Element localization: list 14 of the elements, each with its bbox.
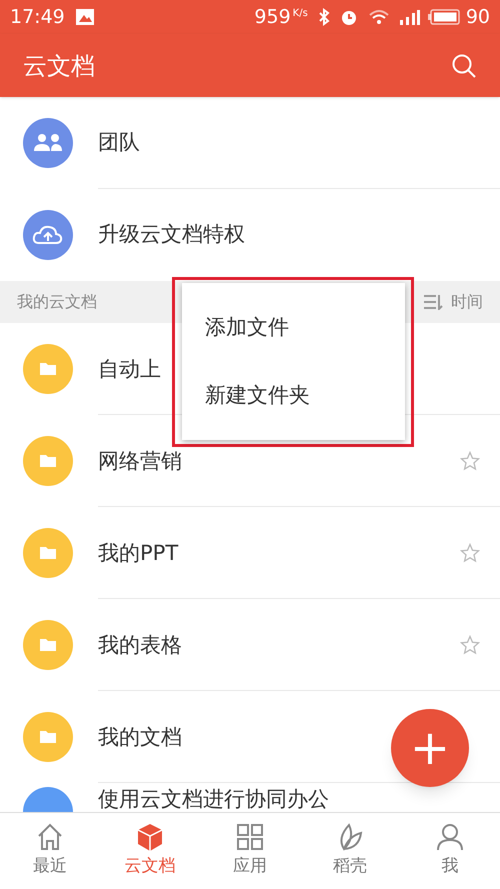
item-label: 升级云文档特权 <box>98 221 245 248</box>
battery-level: 90 <box>466 4 490 30</box>
speed-unit: K/s <box>292 7 308 21</box>
folder-name: 我的PPT <box>98 540 178 564</box>
document-name: 使用云文档进行协同办公 <box>98 787 329 811</box>
network-speed: 959 <box>254 4 291 30</box>
item-label: 团队 <box>98 128 140 156</box>
app-title: 云文档 <box>23 50 96 82</box>
clock: 17:49 <box>10 4 65 30</box>
folder-name: 自动上 <box>98 356 161 380</box>
folder-name: 网络营销 <box>98 448 182 472</box>
folder-name: 我的文档 <box>98 724 182 748</box>
folder-name: 我的表格 <box>98 632 182 656</box>
section-title: 我的云文档 <box>17 291 98 313</box>
